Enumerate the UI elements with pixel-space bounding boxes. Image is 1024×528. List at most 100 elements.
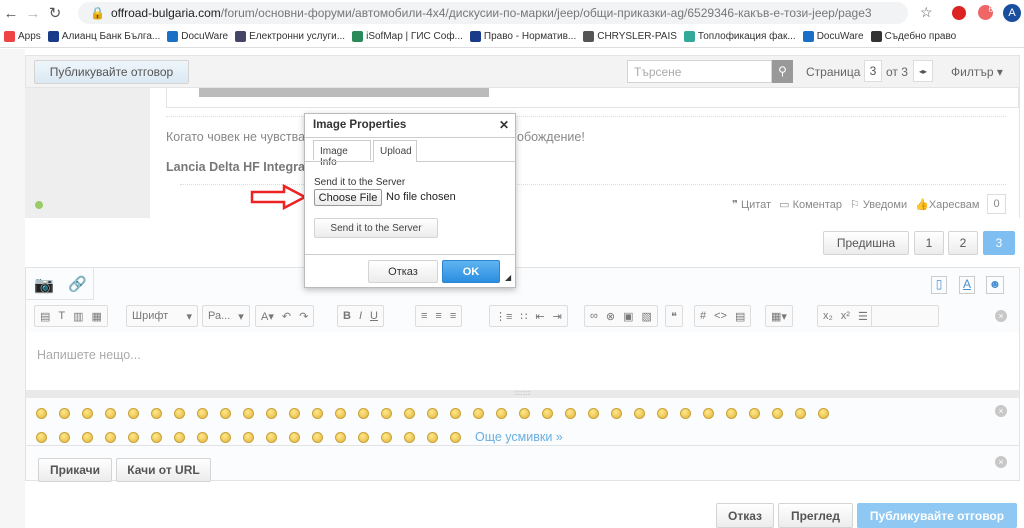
extension-icon[interactable] [952, 6, 966, 20]
back-icon[interactable]: ← [0, 5, 22, 22]
smiley-icon[interactable] [565, 407, 576, 419]
smiley-icon[interactable] [358, 407, 369, 419]
profile-avatar[interactable]: A [1003, 4, 1021, 22]
smiley-icon[interactable] [749, 407, 760, 419]
search-icon[interactable]: ⚲ [772, 60, 793, 83]
bookmark-item[interactable]: Съдебно право [870, 31, 956, 42]
unlink-icon[interactable]: ⊗ [606, 310, 615, 323]
smiley-icon[interactable] [105, 431, 116, 443]
php-icon[interactable]: ▤ [735, 310, 745, 323]
close-attach-icon[interactable]: × [995, 456, 1007, 468]
smiley-icon[interactable] [404, 407, 415, 419]
dialog-ok-button[interactable]: OK [442, 260, 500, 283]
bookmark-item[interactable]: Алианц Банк Бълга... [47, 31, 160, 42]
smiley-icon[interactable] [818, 407, 829, 419]
font-dropdown[interactable]: Шрифт ▾ [126, 305, 198, 327]
smiley-icon[interactable] [82, 407, 93, 419]
bookmark-item[interactable]: DocuWare [167, 31, 228, 42]
smiley-icon[interactable] [36, 407, 47, 419]
close-dialog-icon[interactable]: ✕ [499, 118, 509, 132]
smiley-icon[interactable]: ☻ [986, 276, 1004, 294]
image-icon[interactable]: ▣ [623, 310, 633, 323]
smiley-icon[interactable] [703, 407, 714, 419]
notify-button[interactable]: ⚐ Уведоми [850, 198, 907, 211]
tab-image-info[interactable]: Image Info [313, 140, 371, 168]
redo-icon[interactable]: ↷ [299, 310, 308, 323]
reload-icon[interactable]: ↻ [44, 4, 66, 22]
smiley-icon[interactable] [450, 431, 461, 443]
smiley-icon[interactable] [450, 407, 461, 419]
smiley-icon[interactable] [519, 407, 530, 419]
smiley-icon[interactable] [473, 407, 484, 419]
smiley-icon[interactable] [381, 407, 392, 419]
smiley-icon[interactable] [427, 431, 438, 443]
quote-button[interactable]: ❞ Цитат [732, 198, 771, 211]
tab-upload[interactable]: Upload [373, 140, 417, 162]
align-center-icon[interactable]: ≡ [435, 310, 441, 322]
bookmark-item[interactable]: DocuWare [802, 31, 864, 42]
smiley-icon[interactable] [36, 431, 47, 443]
smiley-icon[interactable] [404, 431, 415, 443]
smiley-icon[interactable] [59, 407, 70, 419]
quote-toolbar-button[interactable]: ❝ [665, 305, 683, 327]
smiley-icon[interactable] [243, 431, 254, 443]
smiley-icon[interactable] [289, 407, 300, 419]
smiley-icon[interactable] [266, 407, 277, 419]
dialog-cancel-button[interactable]: Отказ [368, 260, 438, 283]
source-icon[interactable]: ▤ [40, 310, 50, 323]
resize-corner-icon[interactable]: ◢ [505, 273, 511, 282]
smiley-icon[interactable] [197, 431, 208, 443]
forward-icon[interactable]: → [22, 5, 44, 22]
smiley-icon[interactable] [59, 431, 70, 443]
bookmark-item[interactable]: Топлофикация фак... [683, 31, 796, 42]
smiley-icon[interactable] [220, 431, 231, 443]
choose-file-button[interactable]: Choose File [314, 189, 382, 206]
smiley-icon[interactable] [588, 407, 599, 419]
smiley-icon[interactable] [726, 407, 737, 419]
align-left-icon[interactable]: ≡ [421, 310, 427, 322]
smiley-icon[interactable] [266, 431, 277, 443]
close-smilies-icon[interactable]: × [995, 405, 1007, 417]
star-icon[interactable]: ☆ [920, 4, 933, 21]
smiley-icon[interactable] [358, 431, 369, 443]
subscript-icon[interactable]: x₂ [823, 310, 833, 322]
like-button[interactable]: 👍Харесвам [915, 198, 979, 211]
smiley-icon[interactable] [174, 431, 185, 443]
clipboard-icon[interactable]: ▯ [931, 276, 947, 294]
horizontal-rule-icon[interactable]: ☰ [858, 310, 868, 323]
message-textarea[interactable]: Напишете нещо... [26, 332, 1019, 390]
comment-button[interactable]: ▭ Коментар [779, 198, 842, 211]
page-1-button[interactable]: 1 [914, 231, 944, 255]
smiley-icon[interactable] [335, 431, 346, 443]
link-icon[interactable]: 🔗 [68, 275, 87, 293]
smiley-icon[interactable] [381, 431, 392, 443]
smiley-icon[interactable] [151, 431, 162, 443]
page-arrows-icon[interactable]: ◂▸ [913, 60, 933, 82]
extension-badge-icon[interactable]: 6 [978, 5, 993, 20]
smiley-icon[interactable] [542, 407, 553, 419]
page-3-button[interactable]: 3 [983, 231, 1015, 255]
smiley-icon[interactable] [312, 407, 323, 419]
search-input[interactable]: Търсене [627, 60, 772, 83]
upload-url-button[interactable]: Качи от URL [116, 458, 211, 482]
post-reply-button[interactable]: Публикувайте отговор [34, 60, 189, 84]
close-toolbar-icon[interactable]: × [995, 310, 1007, 322]
resize-handle[interactable]: :::::::::: [26, 390, 1019, 398]
bookmark-item[interactable]: iSofMap | ГИС Соф... [352, 31, 463, 42]
smiley-icon[interactable] [82, 431, 93, 443]
bullet-list-icon[interactable]: ∷ [520, 310, 527, 323]
outdent-icon[interactable]: ⇤ [535, 310, 544, 323]
bookmark-item[interactable]: Право - Норматив... [469, 31, 576, 42]
paste-text-icon[interactable]: ▦ [92, 310, 102, 323]
bookmark-item[interactable]: Електронни услуги... [235, 31, 345, 42]
remove-format-icon[interactable]: T [58, 310, 65, 322]
table-dropdown[interactable]: ▦▾ [765, 305, 793, 327]
bookmark-item[interactable]: CHRYSLER-PAIS [583, 31, 677, 42]
link-insert-icon[interactable]: ∞ [590, 310, 598, 322]
smiley-icon[interactable] [496, 407, 507, 419]
italic-icon[interactable]: I [359, 310, 362, 322]
smiley-icon[interactable] [335, 407, 346, 419]
smiley-icon[interactable] [151, 407, 162, 419]
smiley-icon[interactable] [427, 407, 438, 419]
smiley-icon[interactable] [174, 407, 185, 419]
